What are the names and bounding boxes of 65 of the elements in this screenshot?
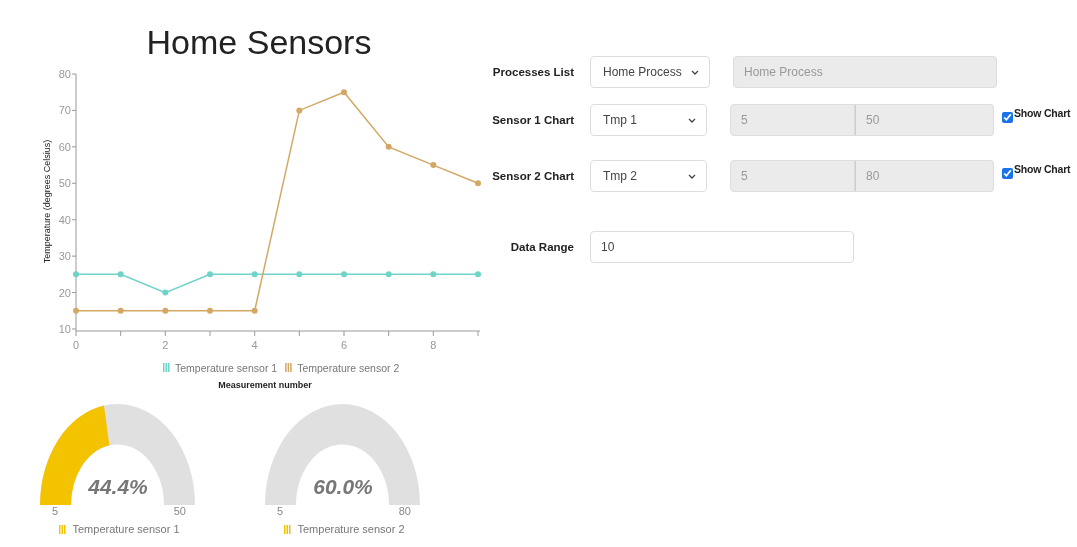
checkbox-label: Show Chart (1014, 106, 1071, 121)
tick-label: 8 (430, 339, 437, 351)
legend-label: Temperature sensor 2 (297, 362, 400, 374)
tick-label: 80 (58, 68, 71, 80)
data-point (73, 271, 79, 278)
tick-label: 30 (58, 250, 71, 263)
data-point (475, 180, 481, 187)
caret-icon (688, 173, 696, 179)
tick-label: 60 (58, 140, 71, 153)
legend-label: Temperature sensor 1 (72, 523, 180, 535)
legend-swatch-icon (58, 524, 67, 534)
data-point (162, 289, 169, 296)
dropdown[interactable]: Tmp 1 (590, 104, 707, 136)
tick-label: 70 (58, 104, 71, 117)
data-point (117, 307, 124, 314)
legend-swatch-icon (163, 363, 170, 372)
gauge-max: 80 (398, 505, 411, 517)
legend-label: Temperature sensor 1 (175, 362, 278, 374)
legend-swatch-icon (283, 524, 292, 534)
data-point (117, 271, 124, 278)
data-point (341, 89, 347, 96)
data-point (296, 107, 303, 114)
dropdown[interactable]: Tmp 2 (590, 160, 707, 192)
field-label: Data Range (509, 240, 574, 255)
data-point (430, 271, 437, 278)
data-point (207, 271, 213, 278)
checkbox[interactable] (1002, 112, 1013, 123)
tick-label: 40 (58, 213, 71, 226)
legend-label: Temperature sensor 2 (297, 523, 405, 535)
checkbox[interactable] (1002, 168, 1013, 179)
tick-label: 0 (72, 339, 80, 351)
input-field[interactable]: 10 (590, 231, 854, 263)
tick-label: 10 (58, 323, 71, 335)
gauge-reading: 60.0% (313, 475, 373, 498)
data-point (385, 271, 392, 278)
checkbox-label: Show Chart (1014, 162, 1071, 177)
gauge-max: 50 (173, 505, 186, 517)
caret-icon (691, 69, 699, 75)
tick-label: 50 (58, 177, 71, 190)
data-point (296, 271, 303, 278)
data-point (341, 271, 347, 278)
data-point (162, 307, 169, 314)
axis-label: Measurement number (218, 380, 312, 390)
axis-label: Temperature (degrees Celsius) (42, 139, 52, 264)
data-point (430, 162, 437, 169)
data-point (207, 307, 213, 314)
data-point (251, 271, 258, 278)
field-label: Sensor 2 Chart (491, 169, 574, 184)
tick-label: 4 (251, 339, 258, 351)
data-point (385, 143, 392, 150)
field-label: Sensor 1 Chart (491, 113, 574, 128)
data-point (251, 307, 258, 314)
tick-label: 20 (58, 286, 71, 299)
data-point (475, 271, 481, 278)
gauge-reading: 44.4% (88, 475, 148, 498)
gauge-min: 5 (277, 505, 284, 517)
chart-title: Home Sensors (145, 22, 373, 62)
data-point (73, 307, 79, 314)
tick-label: 2 (162, 339, 169, 351)
gauge-min: 5 (52, 505, 59, 517)
legend-swatch-icon (285, 363, 292, 372)
caret-icon (688, 117, 696, 123)
dropdown[interactable]: Home Process (590, 56, 710, 88)
tick-label: 6 (340, 339, 348, 351)
field-label: Processes List (491, 65, 574, 80)
